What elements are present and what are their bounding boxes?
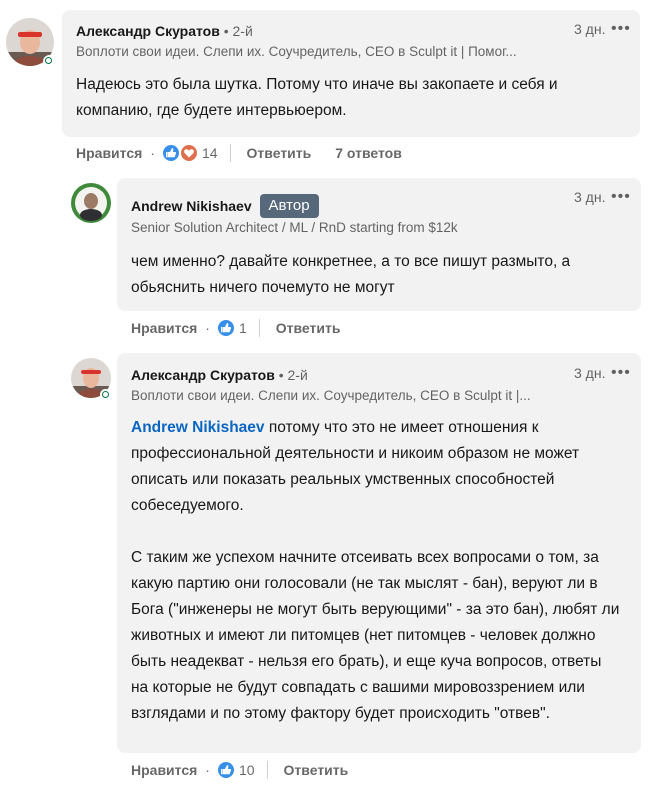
comment-actions: Нравится · 14 Ответить 7 ответов	[76, 142, 402, 164]
comment-paragraph: С таким же успехом начните отсеивать все…	[131, 549, 620, 722]
divider	[258, 319, 260, 337]
like-reaction-icon[interactable]	[217, 320, 234, 336]
timestamp: 3 дн.	[574, 189, 606, 205]
author-headline: Воплоти свои идеи. Слепи их. Соучредител…	[76, 44, 517, 59]
author-link[interactable]: Andrew Nikishaev	[131, 198, 252, 214]
online-status-icon	[100, 389, 111, 400]
comment-actions: Нравится · 1 Ответить	[131, 317, 340, 339]
divider	[229, 144, 231, 162]
comment-actions: Нравится · 10 Ответить	[131, 759, 348, 781]
like-button[interactable]: Нравится	[76, 145, 142, 161]
like-button[interactable]: Нравится	[131, 320, 197, 336]
author-link[interactable]: Александр Скуратов	[76, 23, 220, 39]
comment-text: Andrew Nikishaev потому что это не имеет…	[131, 415, 621, 727]
author-headline: Senior Solution Architect / ML / RnD sta…	[131, 220, 458, 235]
reply-button[interactable]: Ответить	[276, 320, 341, 336]
author-link[interactable]: Александр Скуратов	[131, 367, 275, 383]
like-button[interactable]: Нравится	[131, 762, 197, 778]
reaction-count[interactable]: 1	[239, 320, 247, 336]
separator-dot: ·	[205, 320, 210, 336]
more-dots-icon[interactable]: •••	[611, 365, 631, 381]
mention-link[interactable]: Andrew Nikishaev	[131, 419, 265, 436]
author-name[interactable]: Александр Скуратов • 2-й	[76, 23, 253, 39]
author-headline: Воплоти свои идеи. Слепи их. Соучредител…	[131, 388, 531, 403]
connection-degree: • 2-й	[223, 23, 253, 39]
reaction-count[interactable]: 14	[202, 145, 218, 161]
avatar[interactable]	[71, 183, 111, 223]
comment-text: чем именно? давайте конкретнее, а то все…	[131, 253, 571, 296]
replies-count-link[interactable]: 7 ответов	[335, 145, 402, 161]
separator-dot: ·	[150, 145, 155, 161]
like-reaction-icon[interactable]	[217, 762, 234, 778]
divider	[266, 761, 268, 779]
more-dots-icon[interactable]: •••	[611, 21, 631, 37]
author-name[interactable]: Andrew Nikishaev Автор	[131, 194, 319, 219]
online-status-icon	[43, 55, 56, 68]
author-badge: Автор	[259, 194, 319, 218]
timestamp: 3 дн.	[574, 365, 606, 381]
avatar-photo-icon	[71, 183, 111, 223]
separator-dot: ·	[205, 762, 210, 778]
reaction-count[interactable]: 10	[239, 762, 255, 778]
reply-button[interactable]: Ответить	[247, 145, 312, 161]
comment-text: Надеюсь это была шутка. Потому что иначе…	[76, 76, 558, 119]
love-reaction-icon[interactable]	[180, 145, 197, 161]
like-reaction-icon[interactable]	[162, 145, 179, 161]
author-name[interactable]: Александр Скуратов • 2-й	[131, 367, 308, 383]
more-dots-icon[interactable]: •••	[611, 189, 631, 205]
timestamp: 3 дн.	[574, 21, 606, 37]
connection-degree: • 2-й	[278, 367, 308, 383]
comment-paragraph: Andrew Nikishaev потому что это не имеет…	[131, 415, 621, 519]
reply-button[interactable]: Ответить	[284, 762, 349, 778]
